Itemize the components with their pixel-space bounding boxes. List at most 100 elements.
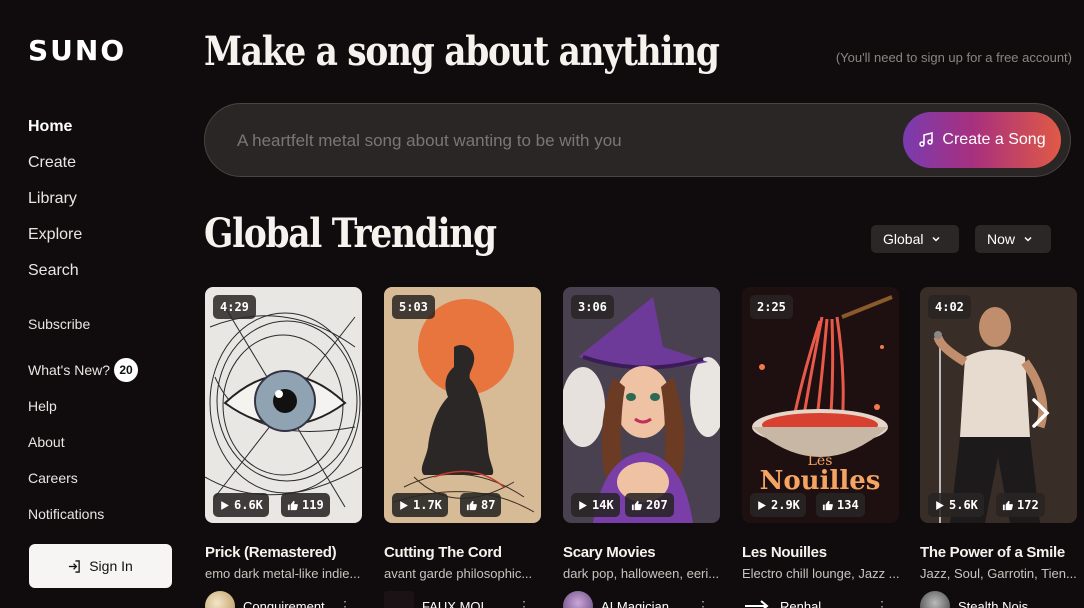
author-name: FAUX MOI — [422, 598, 485, 608]
duration-badge: 5:03 — [392, 295, 435, 319]
music-note-icon — [919, 132, 934, 147]
sign-in-button[interactable]: Sign In — [29, 544, 172, 588]
play-icon — [400, 500, 408, 510]
song-title[interactable]: Les Nouilles — [742, 544, 899, 561]
cover-text-nouilles: Nouilles — [760, 466, 881, 496]
nav-item-whats-new[interactable]: What's New? 20 — [28, 358, 139, 398]
more-options-icon[interactable]: ⋮ — [338, 598, 352, 608]
play-icon — [579, 500, 587, 510]
song-card[interactable]: 4:02 5.6K 172 The Power of a Smile Jazz,… — [920, 287, 1077, 608]
song-author[interactable]: AI Magician ⋮ — [563, 591, 720, 608]
nav-item-subscribe[interactable]: Subscribe — [28, 316, 138, 352]
thumbs-up-icon — [466, 500, 477, 510]
song-title[interactable]: Prick (Remastered) — [205, 544, 362, 561]
play-count-badge: 6.6K — [213, 493, 269, 517]
thumbs-up-icon — [631, 500, 642, 510]
author-name: AI Magician — [601, 598, 669, 608]
region-filter-dropdown[interactable]: Global — [871, 225, 959, 253]
song-tags: dark pop, halloween, eeri... — [563, 566, 720, 581]
create-song-label: Create a Song — [942, 131, 1046, 148]
nav-item-help[interactable]: Help — [28, 398, 138, 434]
avatar — [384, 591, 414, 608]
song-tags: emo dark metal-like indie... — [205, 566, 361, 581]
chevron-down-icon — [932, 236, 940, 242]
play-count: 14K — [592, 498, 614, 512]
song-card[interactable]: 3:06 14K 207 Scary Movies dark pop, hall… — [563, 287, 720, 608]
duration-badge: 4:29 — [213, 295, 256, 319]
author-name: Conquirement — [243, 598, 325, 608]
carousel-next-arrow-icon[interactable] — [1028, 397, 1054, 429]
sidebar: SUNO Home Create Library Explore Search … — [0, 0, 190, 608]
avatar — [205, 591, 235, 608]
avatar — [563, 591, 593, 608]
like-count: 172 — [1017, 498, 1039, 512]
like-count-badge: 172 — [996, 493, 1045, 517]
trending-carousel: 4:29 6.6K 119 Prick (Remastered) emo dar… — [205, 287, 1084, 608]
play-count-badge: 14K — [571, 493, 620, 517]
nav-item-explore[interactable]: Explore — [28, 226, 82, 262]
song-title[interactable]: Scary Movies — [563, 544, 720, 561]
arrow-logo-avatar — [742, 591, 772, 608]
more-options-icon[interactable]: ⋮ — [517, 598, 531, 608]
play-icon — [221, 500, 229, 510]
nav-item-about[interactable]: About — [28, 434, 138, 470]
play-count: 6.6K — [234, 498, 263, 512]
page-headline: Make a song about anything — [204, 28, 720, 75]
like-count-badge: 134 — [816, 493, 865, 517]
like-count-badge: 87 — [460, 493, 502, 517]
play-count: 2.9K — [771, 498, 800, 512]
song-cover[interactable]: 4:29 6.6K 119 — [205, 287, 362, 523]
region-filter-value: Global — [883, 231, 924, 247]
more-options-icon[interactable]: ⋮ — [696, 598, 710, 608]
song-cover[interactable]: 5:03 1.7K 87 — [384, 287, 541, 523]
duration-badge: 4:02 — [928, 295, 971, 319]
app-root: SUNO Home Create Library Explore Search … — [0, 0, 1084, 608]
silhouette-cover-art — [384, 287, 541, 523]
like-count: 119 — [302, 498, 324, 512]
nav-item-search[interactable]: Search — [28, 262, 82, 298]
nav-item-notifications[interactable]: Notifications — [28, 506, 138, 542]
song-cover[interactable]: 3:06 14K 207 — [563, 287, 720, 523]
song-title[interactable]: The Power of a Smile — [920, 544, 1077, 561]
play-count-badge: 2.9K — [750, 493, 806, 517]
nav-item-library[interactable]: Library — [28, 190, 82, 226]
play-count: 1.7K — [413, 498, 442, 512]
like-count: 134 — [837, 498, 859, 512]
more-options-icon[interactable]: ⋮ — [875, 598, 889, 608]
sign-in-icon — [69, 559, 80, 573]
like-count-badge: 207 — [625, 493, 674, 517]
nav-item-home[interactable]: Home — [28, 118, 82, 154]
song-prompt-input[interactable] — [237, 128, 857, 154]
time-filter-dropdown[interactable]: Now — [975, 225, 1051, 253]
song-author[interactable]: Stealth Nois — [920, 591, 1077, 608]
song-tags: avant garde philosophic... — [384, 566, 533, 581]
time-filter-value: Now — [987, 231, 1016, 247]
like-count-badge: 119 — [281, 493, 330, 517]
play-count: 5.6K — [949, 498, 978, 512]
signup-note: (You'll need to sign up for a free accou… — [835, 50, 1072, 65]
song-card[interactable]: Les Nouilles 2:25 2.9K 134 Les Nouilles … — [742, 287, 900, 608]
chevron-down-icon — [1024, 236, 1032, 242]
sign-in-label: Sign In — [89, 558, 133, 574]
song-cover[interactable]: Les Nouilles 2:25 2.9K 134 — [742, 287, 899, 523]
song-card[interactable]: 5:03 1.7K 87 Cutting The Cord avant gard… — [384, 287, 541, 608]
like-count: 207 — [646, 498, 668, 512]
trending-title: Global Trending — [204, 210, 497, 257]
author-name: Renhal — [780, 598, 822, 608]
song-author[interactable]: FAUX MOI ⋮ — [384, 591, 541, 608]
play-count-badge: 1.7K — [392, 493, 448, 517]
song-title[interactable]: Cutting The Cord — [384, 544, 541, 561]
create-song-button[interactable]: Create a Song — [903, 112, 1061, 168]
thumbs-up-icon — [1002, 500, 1013, 510]
nav-item-careers[interactable]: Careers — [28, 470, 138, 506]
whats-new-count-badge: 20 — [114, 358, 139, 382]
song-card[interactable]: 4:29 6.6K 119 Prick (Remastered) emo dar… — [205, 287, 362, 608]
like-count: 87 — [481, 498, 496, 512]
song-author[interactable]: Conquirement ⋮ — [205, 591, 362, 608]
thumbs-up-icon — [822, 500, 833, 510]
whats-new-label: What's New? — [28, 362, 111, 378]
duration-badge: 2:25 — [750, 295, 793, 319]
suno-logo[interactable]: SUNO — [28, 34, 126, 67]
song-author[interactable]: Renhal ⋮ — [742, 591, 899, 608]
nav-item-create[interactable]: Create — [28, 154, 82, 190]
